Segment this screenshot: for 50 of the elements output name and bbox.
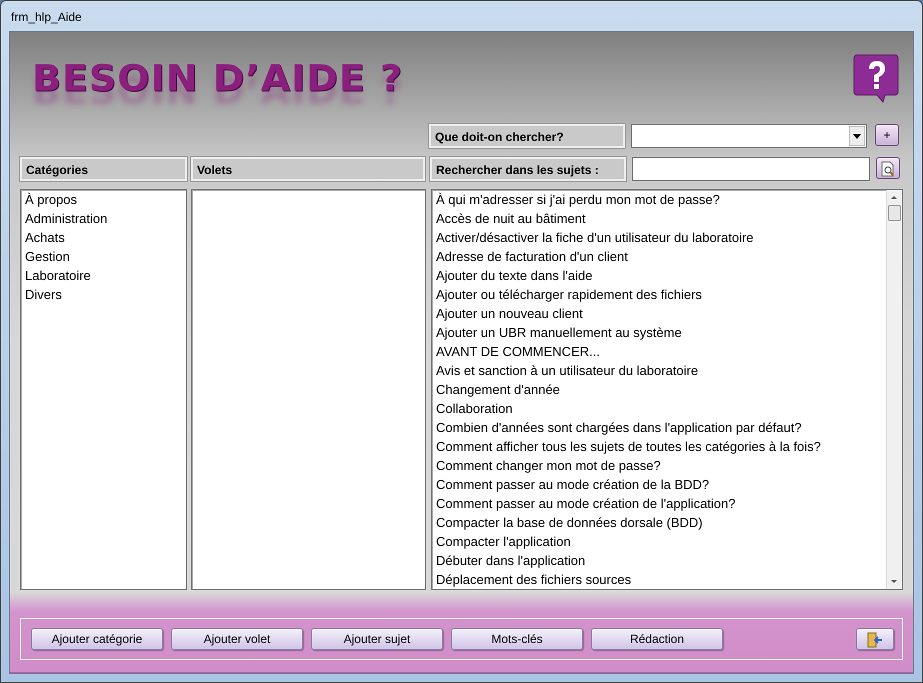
column-header: Volets <box>191 157 425 181</box>
action-button[interactable]: Ajouter volet <box>171 628 303 650</box>
window-title: frm_hlp_Aide <box>10 9 83 26</box>
category-item[interactable]: Achats <box>21 228 186 247</box>
scroll-thumb[interactable] <box>888 205 901 221</box>
action-button[interactable]: Mots-clés <box>451 628 583 650</box>
heading: BESOIN D’AIDE ? <box>32 56 404 100</box>
search-label: Rechercher dans les sujets : <box>430 157 626 181</box>
topic-item[interactable]: Changement d'année <box>432 380 886 399</box>
topic-item[interactable]: À qui m'adresser si j'ai perdu mon mot de passe? <box>432 190 886 209</box>
topic-item[interactable]: Comment changer mon mot de passe? <box>432 456 886 475</box>
exit-door-icon <box>866 632 884 648</box>
add-button[interactable]: + <box>875 124 899 146</box>
topic-item[interactable]: Comment afficher tous les sujets de toutes les catégories à la fois? <box>432 437 886 456</box>
topic-item[interactable]: Collaboration <box>432 399 886 418</box>
topic-item[interactable]: Déplacement des fichiers sources <box>432 570 886 589</box>
scrollbar[interactable] <box>886 190 902 589</box>
topic-item[interactable]: Adresse de facturation d'un client <box>432 247 886 266</box>
topic-item[interactable]: Avis et sanction à un utilisateur du laboratoire <box>432 361 886 380</box>
topic-item[interactable]: Ajouter un UBR manuellement au système <box>432 323 886 342</box>
category-item[interactable]: À propos <box>21 190 186 209</box>
category-item[interactable]: Administration <box>21 209 186 228</box>
dropdown-arrow-icon[interactable] <box>849 126 865 146</box>
topic-item[interactable]: Ajouter du texte dans l'aide <box>432 266 886 285</box>
help-icon[interactable] <box>853 53 899 103</box>
topic-item[interactable]: Comment passer au mode création de la BDD? <box>432 475 886 494</box>
action-button[interactable]: Ajouter sujet <box>311 628 443 650</box>
topic-item[interactable]: Combien d'années sont chargées dans l'application par défaut? <box>432 418 886 437</box>
query-label: Que doit-on chercher? <box>429 124 625 148</box>
search-icon <box>880 160 896 177</box>
exit-button[interactable] <box>856 628 894 650</box>
search-button[interactable] <box>876 157 900 179</box>
search-field[interactable] <box>632 157 870 181</box>
topic-item[interactable]: Activer/désactiver la fiche d'un utilisateur du laboratoire <box>432 228 886 247</box>
topic-item[interactable]: Compacter l'application <box>432 532 886 551</box>
category-item[interactable]: Gestion <box>21 247 186 266</box>
topic-item[interactable]: Débuter dans l'application <box>432 551 886 570</box>
topic-item[interactable]: Accès de nuit au bâtiment <box>432 209 886 228</box>
action-button[interactable]: Ajouter catégorie <box>31 628 163 650</box>
topic-item[interactable]: Ajouter un nouveau client <box>432 304 886 323</box>
topic-item[interactable]: Comment passer au mode création de l'application? <box>432 494 886 513</box>
topic-item[interactable]: Ajouter ou télécharger rapidement des fichiers <box>432 285 886 304</box>
panes-list[interactable] <box>191 189 426 590</box>
topic-item[interactable]: AVANT DE COMMENCER... <box>432 342 886 361</box>
query-dropdown[interactable] <box>631 124 867 148</box>
category-item[interactable]: Divers <box>21 285 186 304</box>
topic-item[interactable]: Compacter la base de données dorsale (BDD) <box>432 513 886 532</box>
action-button[interactable]: Rédaction <box>591 628 723 650</box>
category-item[interactable]: Laboratoire <box>21 266 186 285</box>
column-header: Catégories <box>20 157 187 181</box>
